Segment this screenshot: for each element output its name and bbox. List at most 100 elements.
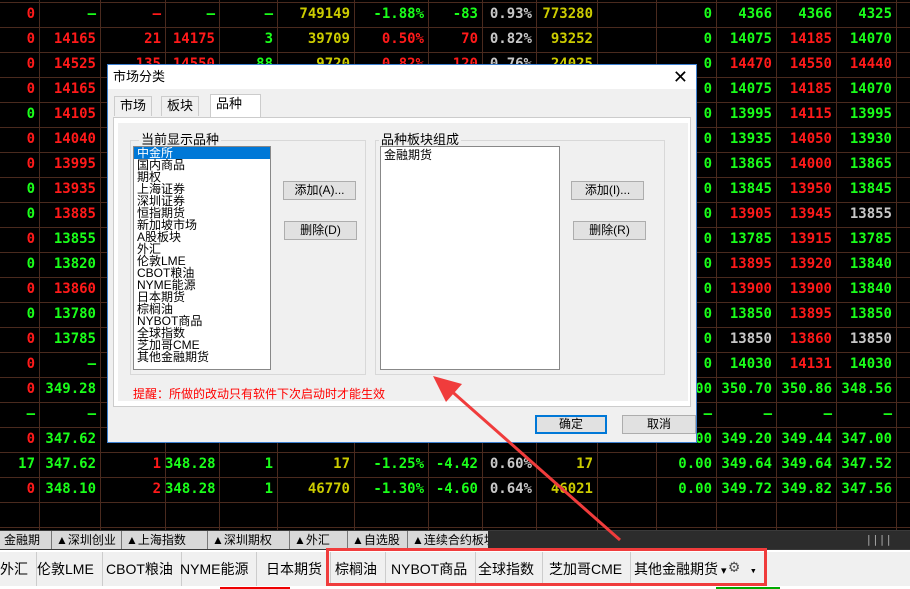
table-cell: 13900: [729, 281, 772, 297]
table-cell: 14175: [172, 31, 215, 47]
table-cell: -4.42: [435, 456, 478, 472]
table-cell: 0: [26, 356, 35, 372]
chevron-down-icon[interactable]: ▾: [718, 565, 727, 577]
table-cell: 13905: [729, 206, 772, 222]
tab-panel-body: 当前显示品种 中金所 国内商品 期权 上海证券 深圳证券 恒指期货 新加坡市场 A股板块 外汇伦…: [118, 123, 688, 401]
table-cell: 13855: [53, 231, 96, 247]
sheet-tab-strip: 金融期货▲深圳创业▲上海指数▲深圳期权▲外汇▲自选股▲连续合约板块||||: [0, 530, 910, 565]
table-cell: 2: [152, 481, 161, 497]
group-label: 当前显示品种: [139, 132, 222, 147]
table-cell: 13850: [849, 306, 892, 322]
table-cell: -4.60: [435, 481, 478, 497]
ok-button[interactable]: 确定: [535, 415, 607, 434]
table-cell: —: [823, 406, 832, 422]
table-cell: 14131: [789, 356, 832, 372]
table-cell: 13865: [849, 156, 892, 172]
gear-icon[interactable]: ⚙: [729, 558, 747, 576]
table-cell: 14525: [53, 56, 96, 72]
list-item[interactable]: 金融期货: [381, 147, 559, 163]
table-cell: —: [883, 406, 892, 422]
table-cell: 93252: [550, 31, 593, 47]
add-composition-button[interactable]: 添加(I)...: [571, 181, 644, 200]
tab-variety[interactable]: 品种: [210, 94, 261, 118]
cancel-button[interactable]: 取消: [622, 415, 696, 434]
delete-composition-button[interactable]: 删除(R): [573, 221, 646, 240]
table-cell: 13930: [849, 131, 892, 147]
market-button-label: 伦敦LME: [37, 561, 94, 577]
table-cell: 13950: [789, 181, 832, 197]
table-cell: 350.86: [781, 381, 832, 397]
table-cell: 13895: [789, 306, 832, 322]
sheet-tab[interactable]: ▲自选股: [348, 531, 408, 549]
table-cell: 13845: [849, 181, 892, 197]
table-cell: 1: [264, 481, 273, 497]
table-cell: 13885: [53, 206, 96, 222]
table-cell: 14165: [53, 31, 96, 47]
current-varieties-list[interactable]: 中金所 国内商品 期权 上海证券 深圳证券 恒指期货 新加坡市场 A股板块 外汇 伦敦LME CBO…: [133, 146, 271, 370]
more-chevron-icon[interactable]: ▾: [750, 562, 757, 580]
table-cell: 46021: [550, 481, 593, 497]
market-button[interactable]: 芝加哥CME: [541, 552, 632, 586]
table-cell: 13915: [789, 231, 832, 247]
market-button[interactable]: 其他金融期货 ▾: [626, 552, 735, 586]
market-button[interactable]: 伦敦LME: [29, 552, 103, 586]
table-cell: 13850: [849, 331, 892, 347]
market-button[interactable]: CBOT粮油: [98, 552, 182, 586]
table-cell: 0: [703, 31, 712, 47]
table-cell: 13860: [789, 331, 832, 347]
dialog-title-bar[interactable]: 市场分类 ✕: [108, 65, 696, 89]
sheet-tab[interactable]: ▲上海指数: [122, 531, 208, 549]
tab-sector[interactable]: 板块: [161, 96, 200, 116]
table-cell: 13820: [53, 256, 96, 272]
table-cell: 0: [26, 56, 35, 72]
market-button[interactable]: 棕榈油: [327, 552, 386, 586]
sheet-tab[interactable]: ▲深圳创业: [52, 531, 122, 549]
market-button-label: 棕榈油: [335, 561, 377, 577]
table-cell: 13900: [789, 281, 832, 297]
table-cell: 0: [26, 156, 35, 172]
horizontal-scrollbar[interactable]: ||||: [488, 531, 910, 549]
table-cell: -83: [452, 6, 478, 22]
market-button[interactable]: NYBOT商品: [383, 552, 477, 586]
market-button[interactable]: NYME能源: [172, 552, 258, 586]
variety-composition-list[interactable]: 金融期货: [380, 146, 560, 370]
table-cell: 0: [26, 81, 35, 97]
delete-variety-button[interactable]: 删除(D): [284, 221, 357, 240]
table-cell: 773280: [542, 6, 593, 22]
market-button[interactable]: 全球指数: [470, 552, 543, 586]
market-button-label: 外汇: [0, 561, 28, 577]
table-cell: 21: [144, 31, 161, 47]
table-cell: 14030: [849, 356, 892, 372]
table-cell: 347.62: [45, 456, 96, 472]
close-icon[interactable]: ✕: [673, 67, 688, 87]
table-cell: —: [152, 6, 161, 22]
table-cell: 349.82: [781, 481, 832, 497]
dialog-title: 市场分类: [113, 69, 166, 84]
table-cell: 13850: [729, 306, 772, 322]
table-cell: 0: [26, 481, 35, 497]
sheet-tab[interactable]: 金融期货: [0, 531, 52, 565]
market-button-label: 日本期货: [266, 561, 322, 577]
sheet-tab[interactable]: ▲深圳期权: [208, 531, 290, 549]
market-button[interactable]: 日本期货: [258, 552, 331, 586]
market-category-dialog: 市场分类 ✕ 市场 板块 品种 当前显示品种 中金所 国内商品 期权 上海证券 深圳证券…: [107, 64, 697, 443]
list-item[interactable]: 其他金融期货: [134, 351, 270, 363]
tab-market[interactable]: 市场: [114, 96, 153, 116]
table-cell: 14470: [729, 56, 772, 72]
table-cell: 349.64: [781, 456, 832, 472]
market-button-label: CBOT粮油: [106, 561, 173, 577]
add-variety-button[interactable]: 添加(A)...: [283, 181, 356, 200]
table-cell: 0: [26, 181, 35, 197]
market-button-label: 芝加哥CME: [549, 561, 623, 577]
sheet-tab[interactable]: ▲外汇: [290, 531, 348, 549]
table-cell: 17: [576, 456, 593, 472]
row-divider: [0, 527, 910, 528]
scroll-grip-icon[interactable]: ||||: [866, 533, 893, 546]
market-button-label: NYME能源: [180, 561, 249, 577]
table-cell: 14070: [849, 31, 892, 47]
table-cell: 0: [26, 256, 35, 272]
table-cell: 13865: [729, 156, 772, 172]
table-cell: 70: [461, 31, 478, 47]
table-cell: 13785: [53, 331, 96, 347]
table-cell: 13840: [849, 281, 892, 297]
